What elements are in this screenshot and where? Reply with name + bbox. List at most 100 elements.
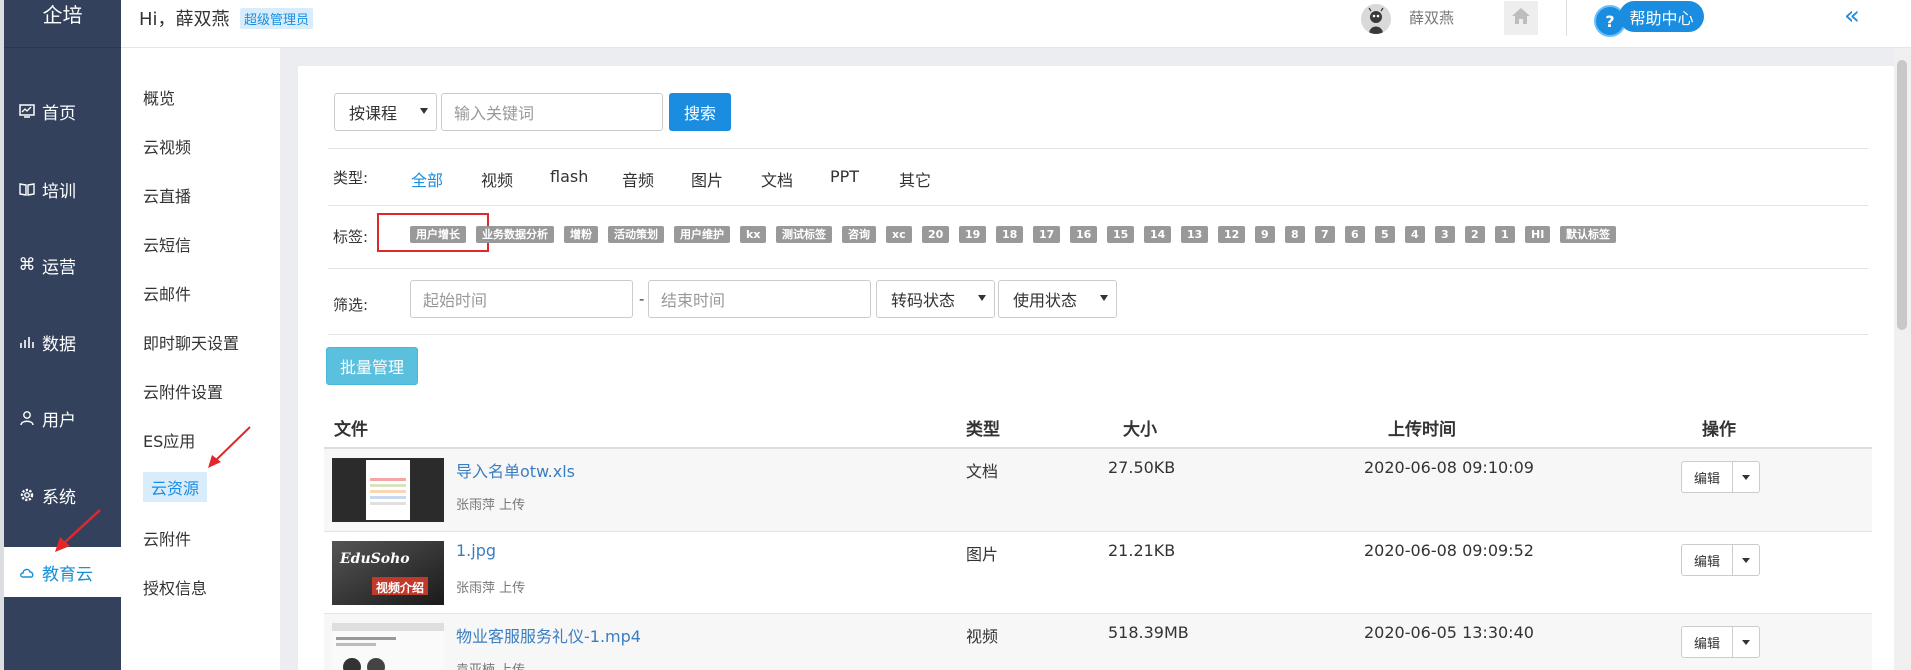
file-name-link[interactable]: 物业客服服务礼仪-1.mp4 xyxy=(456,623,641,647)
collapse-icon[interactable]: « xyxy=(1844,3,1860,29)
tag-chip[interactable]: 活动策划 xyxy=(608,226,664,243)
tag-chip[interactable]: 15 xyxy=(1107,226,1135,243)
action-dropdown-button[interactable] xyxy=(1733,626,1760,658)
tag-chip[interactable]: 3 xyxy=(1435,226,1455,243)
tag-chip[interactable]: kx xyxy=(740,226,767,243)
sub-sidebar: 概览 云视频 云直播 云短信 云邮件 即时聊天设置 云附件设置 ES应用 云资源… xyxy=(121,48,280,670)
file-type: 图片 xyxy=(966,545,999,564)
batch-manage-button[interactable]: 批量管理 xyxy=(326,347,418,385)
subnav-cloud-live[interactable]: 云直播 xyxy=(143,183,191,207)
type-filter-video[interactable]: 视频 xyxy=(481,167,513,191)
file-thumbnail[interactable] xyxy=(332,623,444,670)
subnav-cloud-resources[interactable]: 云资源 xyxy=(143,472,208,502)
subnav-attachment-settings[interactable]: 云附件设置 xyxy=(143,379,223,403)
edit-button[interactable]: 编辑 xyxy=(1681,626,1733,658)
type-filter-document[interactable]: 文档 xyxy=(761,167,793,191)
transcode-status-value: 转码状态 xyxy=(891,291,956,310)
sidebar-item-users[interactable]: 用户 xyxy=(4,393,121,443)
tag-chip[interactable]: 增粉 xyxy=(564,226,598,243)
gear-icon xyxy=(18,486,36,504)
type-filter-ppt[interactable]: PPT xyxy=(830,167,859,186)
tag-chip[interactable]: 16 xyxy=(1070,226,1098,243)
tag-chip[interactable]: 20 xyxy=(922,226,950,243)
tag-label: 标签: xyxy=(333,228,369,246)
tag-chip[interactable]: 17 xyxy=(1033,226,1061,243)
search-button[interactable]: 搜索 xyxy=(669,93,731,131)
resource-panel: 按课程 输入关键词 搜索 类型: 全部 视频 flash 音频 图片 文档 PP… xyxy=(298,66,1894,670)
end-time-input[interactable]: 结束时间 xyxy=(648,280,871,318)
sidebar-item-education-cloud[interactable]: 教育云 xyxy=(4,547,121,597)
type-filter-flash[interactable]: flash xyxy=(550,167,588,186)
file-uploader: 张雨萍 上传 xyxy=(456,581,526,596)
type-filter-audio[interactable]: 音频 xyxy=(622,167,654,191)
avatar[interactable] xyxy=(1361,4,1391,34)
sidebar-item-data[interactable]: 数据 xyxy=(4,317,121,367)
tag-chip[interactable]: 默认标签 xyxy=(1560,226,1616,243)
column-header-actions: 操作 xyxy=(1702,420,1736,440)
tag-chip[interactable]: 19 xyxy=(959,226,987,243)
tag-chip[interactable]: 4 xyxy=(1405,226,1425,243)
tag-chip[interactable]: 7 xyxy=(1315,226,1335,243)
transcode-status-select[interactable]: 转码状态 xyxy=(876,280,995,318)
tag-chip[interactable]: xc xyxy=(886,226,912,243)
tag-chip[interactable]: 1 xyxy=(1495,226,1515,243)
type-filter-all[interactable]: 全部 xyxy=(411,167,443,191)
edit-button[interactable]: 编辑 xyxy=(1681,461,1733,493)
edit-button[interactable]: 编辑 xyxy=(1681,544,1733,576)
upload-time: 2020-06-08 09:09:52 xyxy=(1364,541,1534,560)
tag-chip[interactable]: 2 xyxy=(1465,226,1485,243)
file-size: 21.21KB xyxy=(1108,541,1176,560)
tag-chip[interactable]: 咨询 xyxy=(842,226,876,243)
tag-chip[interactable]: 5 xyxy=(1375,226,1395,243)
tag-chip[interactable]: 业务数据分析 xyxy=(476,226,554,243)
file-thumbnail[interactable] xyxy=(332,458,444,522)
tag-chip[interactable]: 12 xyxy=(1218,226,1246,243)
search-scope-select[interactable]: 按课程 xyxy=(334,93,437,131)
user-icon xyxy=(18,409,36,427)
file-thumbnail[interactable]: EduSoho 视频介绍 xyxy=(332,541,444,605)
thumbnail-title: EduSoho xyxy=(340,551,410,567)
help-center-button[interactable]: 帮助中心 xyxy=(1619,1,1704,32)
file-name-link[interactable]: 1.jpg xyxy=(456,541,496,560)
tag-chip[interactable]: 6 xyxy=(1345,226,1365,243)
subnav-cloud-attachments[interactable]: 云附件 xyxy=(143,526,191,550)
subnav-es-app[interactable]: ES应用 xyxy=(143,428,195,452)
sidebar-item-label: 用户 xyxy=(42,410,76,431)
subnav-chat-settings[interactable]: 即时聊天设置 xyxy=(143,330,239,354)
tag-chip[interactable]: 用户增长 xyxy=(410,226,466,243)
sidebar-item-system[interactable]: 系统 xyxy=(4,470,121,520)
subnav-cloud-video[interactable]: 云视频 xyxy=(143,134,191,158)
sidebar-item-operations[interactable]: ⌘ 运营 xyxy=(4,240,121,290)
action-dropdown-button[interactable] xyxy=(1733,544,1760,576)
tag-chip[interactable]: 13 xyxy=(1181,226,1209,243)
tag-chip[interactable]: 测试标签 xyxy=(776,226,832,243)
subnav-cloud-email[interactable]: 云邮件 xyxy=(143,281,191,305)
home-button[interactable] xyxy=(1504,1,1538,35)
username-link[interactable]: 薛双燕 xyxy=(1409,7,1454,28)
tag-chip[interactable]: 14 xyxy=(1144,226,1172,243)
start-time-input[interactable]: 起始时间 xyxy=(410,280,633,318)
chart-icon xyxy=(18,333,36,351)
action-dropdown-button[interactable] xyxy=(1733,461,1760,493)
table-row: 物业客服服务礼仪-1.mp4 袁亚楠 上传 视频 518.39MB 2020-0… xyxy=(324,614,1872,670)
type-filter-other[interactable]: 其它 xyxy=(899,167,931,191)
tag-chip[interactable]: 9 xyxy=(1255,226,1275,243)
sidebar-item-home[interactable]: 首页 xyxy=(4,86,121,136)
scrollbar-thumb[interactable] xyxy=(1897,60,1907,330)
subnav-overview[interactable]: 概览 xyxy=(143,85,175,109)
file-name-link[interactable]: 导入名单otw.xls xyxy=(456,458,575,482)
tag-chip[interactable]: 8 xyxy=(1285,226,1305,243)
type-filter-image[interactable]: 图片 xyxy=(691,167,723,191)
usage-status-select[interactable]: 使用状态 xyxy=(998,280,1117,318)
subnav-license-info[interactable]: 授权信息 xyxy=(143,575,207,599)
chevron-down-icon xyxy=(420,108,428,114)
file-uploader: 张雨萍 上传 xyxy=(456,498,526,513)
sidebar-item-label: 教育云 xyxy=(42,564,93,585)
sidebar-item-training[interactable]: 培训 xyxy=(4,164,121,214)
keyword-input[interactable]: 输入关键词 xyxy=(441,93,663,131)
tag-chip[interactable]: 用户维护 xyxy=(674,226,730,243)
tag-chip[interactable]: HI xyxy=(1525,226,1551,243)
tag-chip[interactable]: 18 xyxy=(996,226,1024,243)
header-divider xyxy=(1566,0,1567,36)
subnav-cloud-sms[interactable]: 云短信 xyxy=(143,232,191,256)
